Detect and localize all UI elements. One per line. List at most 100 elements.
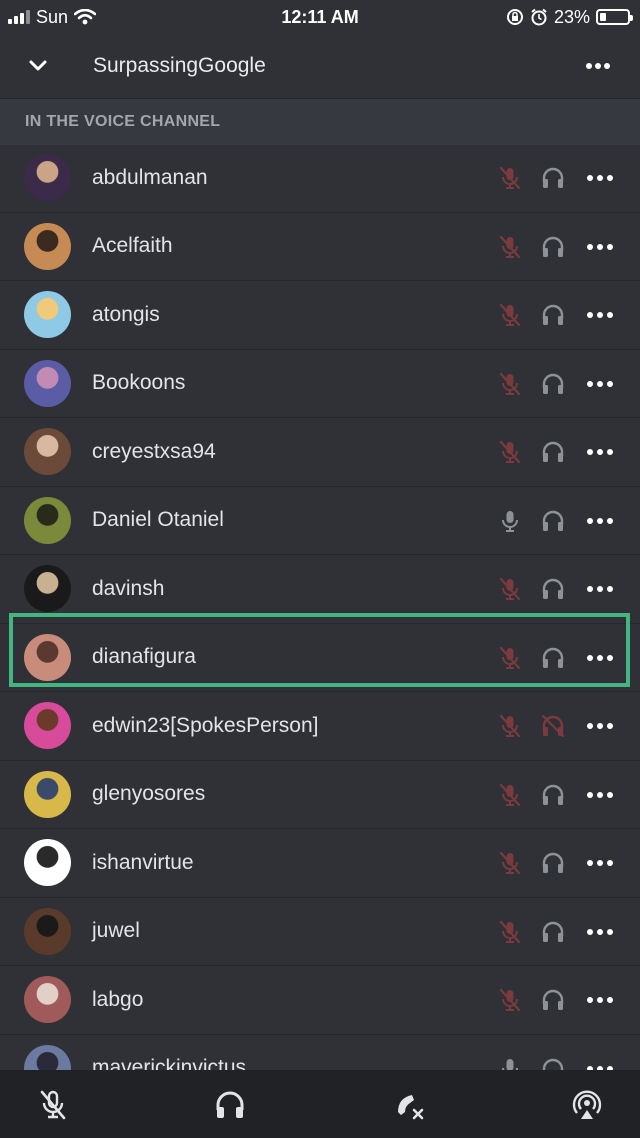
voice-controls-bar: [0, 1070, 640, 1138]
battery-icon: [596, 9, 633, 25]
member-name: atongis: [92, 302, 160, 326]
avatar[interactable]: [24, 154, 71, 201]
headphones-icon: [542, 989, 564, 1010]
mute-microphone-icon[interactable]: [36, 1088, 70, 1122]
mic-muted-icon: [499, 988, 521, 1012]
battery-percent: 23%: [553, 6, 590, 27]
avatar[interactable]: [24, 496, 71, 544]
headphones-icon: [542, 647, 564, 668]
chevron-down-icon[interactable]: [24, 52, 52, 80]
more-options-icon[interactable]: [585, 302, 615, 328]
avatar[interactable]: [24, 359, 71, 407]
carrier-label: Sun: [36, 6, 69, 27]
member-name: Bookoons: [92, 371, 186, 395]
member-row[interactable]: edwin23[SpokesPerson]: [0, 692, 640, 761]
section-title: IN THE VOICE CHANNEL: [25, 113, 221, 130]
mic-muted-icon: [499, 783, 521, 806]
headphones-icon: [542, 373, 564, 394]
rotation-lock-icon: [506, 9, 523, 25]
member-name: labgo: [92, 987, 144, 1011]
headphones-icon[interactable]: [213, 1088, 247, 1122]
mic-muted-icon: [499, 166, 521, 190]
mic-muted-icon: [499, 851, 521, 875]
member-name: creyestxsa94: [92, 439, 216, 463]
member-name: Daniel Otaniel: [92, 508, 224, 532]
member-row[interactable]: Acelfaith: [0, 213, 640, 281]
member-row[interactable]: davinsh: [0, 555, 640, 624]
member-row[interactable]: creyestxsa94: [0, 418, 640, 487]
headphones-icon: [542, 167, 564, 188]
member-row[interactable]: labgo: [0, 966, 640, 1035]
more-options-icon[interactable]: [585, 645, 615, 671]
more-options-icon[interactable]: [585, 576, 615, 602]
headphones-icon: [542, 510, 564, 531]
avatar[interactable]: [24, 976, 71, 1023]
more-options-icon[interactable]: [585, 439, 615, 465]
broadcast-icon[interactable]: [570, 1088, 604, 1122]
mic-muted-icon: [499, 920, 521, 943]
more-options-icon[interactable]: [585, 234, 615, 260]
avatar[interactable]: [24, 428, 71, 475]
avatar[interactable]: [24, 291, 71, 338]
member-row[interactable]: Bookoons: [0, 350, 640, 418]
more-options-icon[interactable]: [585, 165, 615, 191]
status-right: 23%: [506, 7, 640, 28]
avatar[interactable]: [24, 633, 71, 681]
member-row[interactable]: ishanvirtue: [0, 829, 640, 898]
more-options-icon[interactable]: [585, 919, 615, 945]
member-name: Acelfaith: [92, 234, 173, 258]
member-name: dianafigura: [92, 645, 196, 669]
mic-muted-icon: [499, 372, 521, 395]
member-row[interactable]: glenyosores: [0, 761, 640, 829]
status-left: Sun: [0, 6, 97, 28]
headphones-icon: [542, 236, 564, 257]
mic-muted-icon: [499, 646, 521, 669]
disconnect-call-icon[interactable]: [392, 1088, 426, 1122]
avatar[interactable]: [24, 839, 71, 886]
member-name: juwel: [92, 919, 140, 943]
mic-muted-icon: [499, 577, 521, 601]
microphone-icon: [502, 510, 518, 532]
headphones-icon: [542, 921, 564, 942]
headphones-deafened-icon: [541, 714, 565, 738]
mic-muted-icon: [499, 235, 521, 258]
member-name: glenyosores: [92, 782, 206, 806]
mic-muted-icon: [499, 714, 521, 738]
wifi-icon: [74, 9, 97, 25]
avatar[interactable]: [24, 565, 71, 612]
member-name: ishanvirtue: [92, 850, 194, 874]
more-options-icon[interactable]: [585, 713, 615, 739]
mic-muted-icon: [499, 303, 521, 327]
more-options-icon[interactable]: [585, 371, 615, 397]
channel-header: SurpassingGoogle: [0, 34, 640, 98]
avatar[interactable]: [24, 702, 71, 749]
alarm-icon: [531, 8, 547, 26]
member-name: abdulmanan: [92, 165, 208, 189]
member-row[interactable]: abdulmanan: [0, 144, 640, 213]
member-row[interactable]: Daniel Otaniel: [0, 487, 640, 555]
more-options-icon[interactable]: [585, 987, 615, 1013]
avatar[interactable]: [24, 222, 71, 270]
more-options-icon[interactable]: [585, 850, 615, 876]
section-header: IN THE VOICE CHANNEL: [0, 98, 640, 145]
headphones-icon: [542, 852, 564, 873]
member-row[interactable]: juwel: [0, 898, 640, 966]
status-bar: Sun 12:11 AM 23%: [0, 0, 640, 34]
more-options-icon[interactable]: [585, 782, 615, 808]
avatar[interactable]: [24, 770, 71, 818]
mic-muted-icon: [499, 440, 521, 464]
signal-icon: [8, 10, 30, 24]
member-row[interactable]: atongis: [0, 281, 640, 350]
channel-title: SurpassingGoogle: [93, 54, 266, 77]
member-name: davinsh: [92, 576, 165, 600]
headphones-icon: [542, 441, 564, 462]
avatar[interactable]: [24, 907, 71, 955]
member-list: abdulmanan Acelfaith atongis Bookoons creyes…: [0, 144, 640, 1103]
headphones-icon: [542, 304, 564, 325]
headphones-icon: [542, 784, 564, 805]
more-options-icon[interactable]: [584, 52, 612, 80]
member-row[interactable]: dianafigura: [0, 624, 640, 692]
member-name: edwin23[SpokesPerson]: [92, 713, 319, 737]
more-options-icon[interactable]: [585, 508, 615, 534]
headphones-icon: [542, 578, 564, 599]
